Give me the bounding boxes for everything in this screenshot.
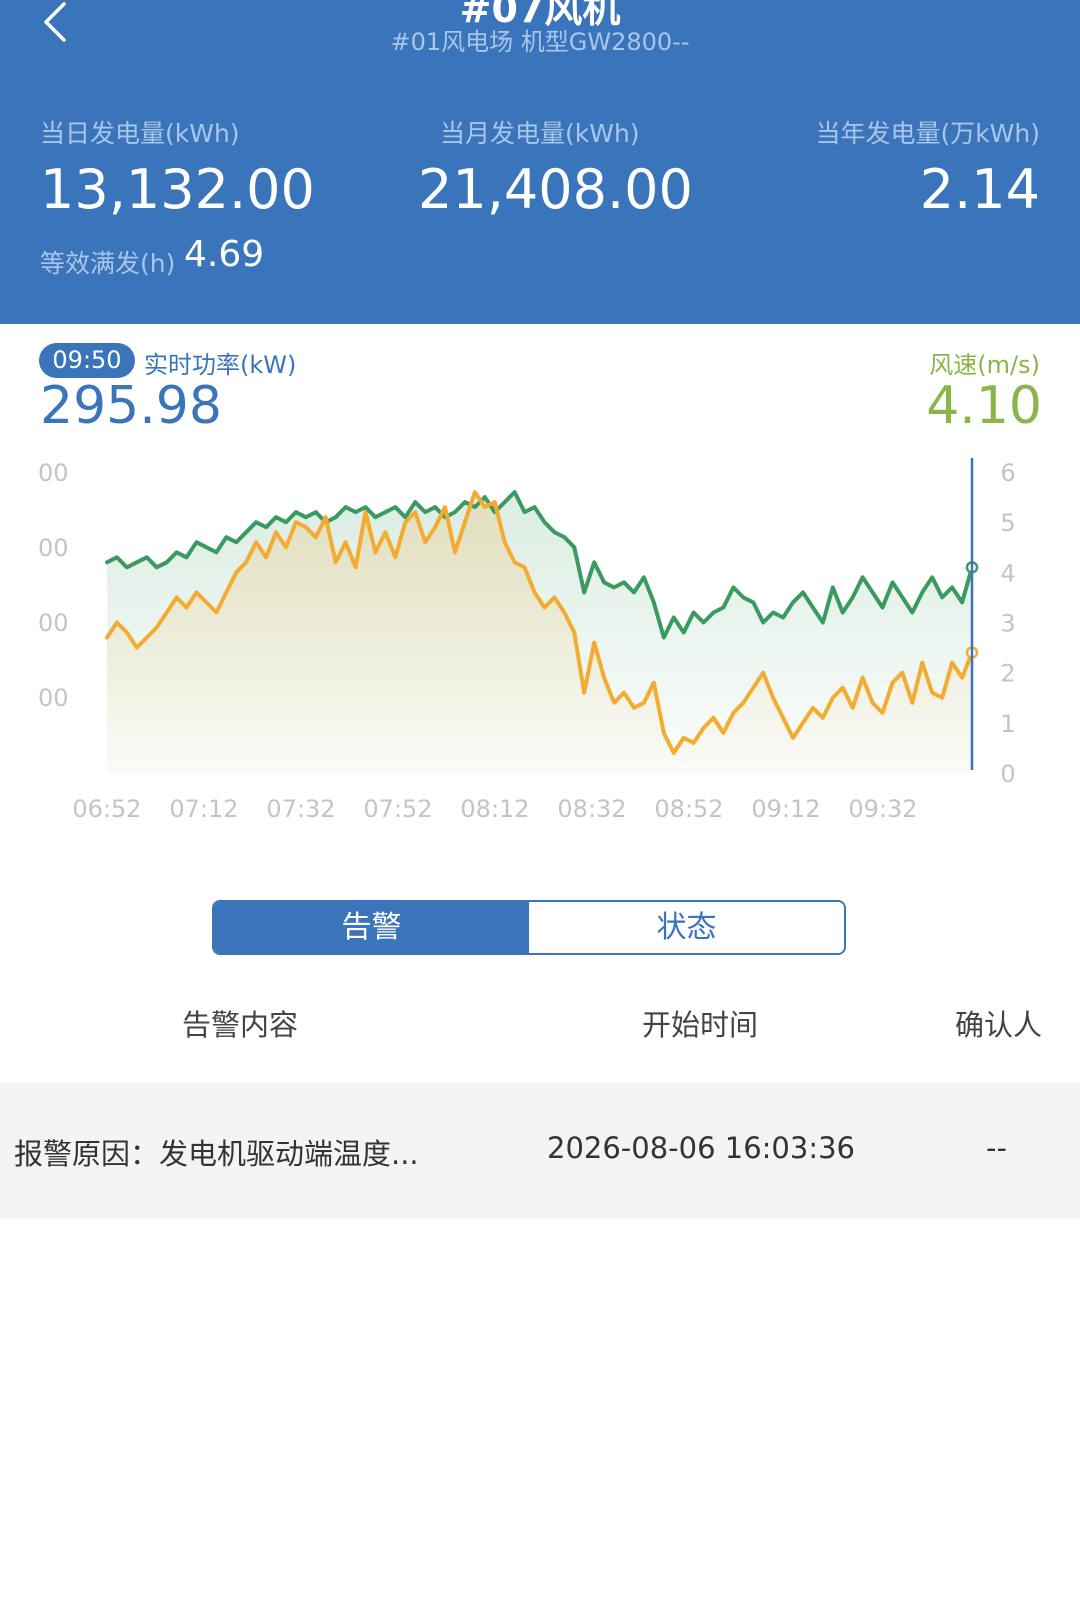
y-right-tick-label: 3 [1000,610,1015,638]
alarm-start-time: 2026-08-06 16:03:36 [547,1131,855,1165]
equivalent-hours-value: 4.69 [184,234,265,275]
y-left-tick-label: 00 [38,534,69,562]
daily-energy-value: 13,132.00 [40,158,315,221]
column-header-content: 告警内容 [182,1008,299,1042]
x-tick-label: 07:52 [363,795,432,823]
x-tick-label: 09:32 [848,795,917,823]
yearly-energy-label: 当年发电量(万kWh) [815,119,1040,148]
wind-speed-value: 4.10 [926,376,1042,436]
wind-speed-label: 风速(m/s) [929,351,1040,379]
y-left-tick-label: 00 [38,609,69,637]
monthly-energy-label: 当月发电量(kWh) [440,119,640,148]
equivalent-hours-label: 等效满发(h) [40,249,176,278]
tab-switcher: 告警 状态 [212,900,846,955]
x-tick-label: 07:32 [266,795,335,823]
y-right-tick-label: 5 [1000,509,1015,537]
x-tick-label: 07:12 [169,795,238,823]
table-row[interactable]: 报警原因：发电机驱动端温度... 2026-08-06 16:03:36 -- [0,1083,1080,1218]
y-right-tick-label: 2 [1000,660,1015,688]
y-left-tick-label: 00 [38,684,69,712]
time-badge: 09:50 [39,343,135,378]
y-left-tick-label: 00 [38,459,69,487]
power-value: 295.98 [40,376,222,436]
page-subtitle: #01风电场 机型GW2800-- [390,28,690,56]
y-right-tick-label: 0 [1000,760,1015,788]
daily-energy-label: 当日发电量(kWh) [40,119,240,148]
column-header-confirmer: 确认人 [955,1008,1043,1042]
header-panel: #07风机 #01风电场 机型GW2800-- 当日发电量(kWh) 13,13… [0,0,1080,324]
x-tick-label: 08:12 [460,795,529,823]
tab-status[interactable]: 状态 [529,902,844,953]
x-tick-label: 09:12 [751,795,820,823]
x-tick-label: 08:32 [557,795,626,823]
y-right-tick-label: 6 [1000,459,1015,487]
x-tick-label: 08:52 [654,795,723,823]
power-label: 实时功率(kW) [144,351,297,379]
monthly-energy-value: 21,408.00 [418,158,693,221]
alarm-content: 报警原因：发电机驱动端温度... [14,1137,419,1171]
yearly-energy-value: 2.14 [919,158,1040,221]
power-wind-chart[interactable]: 00 00 00 00 6 5 4 3 2 1 0 06:52 07:12 07:32 07:52 08:12… [0,450,1080,830]
y-right-tick-label: 1 [1000,710,1015,738]
y-right-tick-label: 4 [1000,559,1015,587]
column-header-start-time: 开始时间 [642,1008,759,1042]
alarm-confirmer: -- [986,1131,1007,1165]
tab-alarm[interactable]: 告警 [214,902,529,953]
x-tick-label: 06:52 [72,795,141,823]
